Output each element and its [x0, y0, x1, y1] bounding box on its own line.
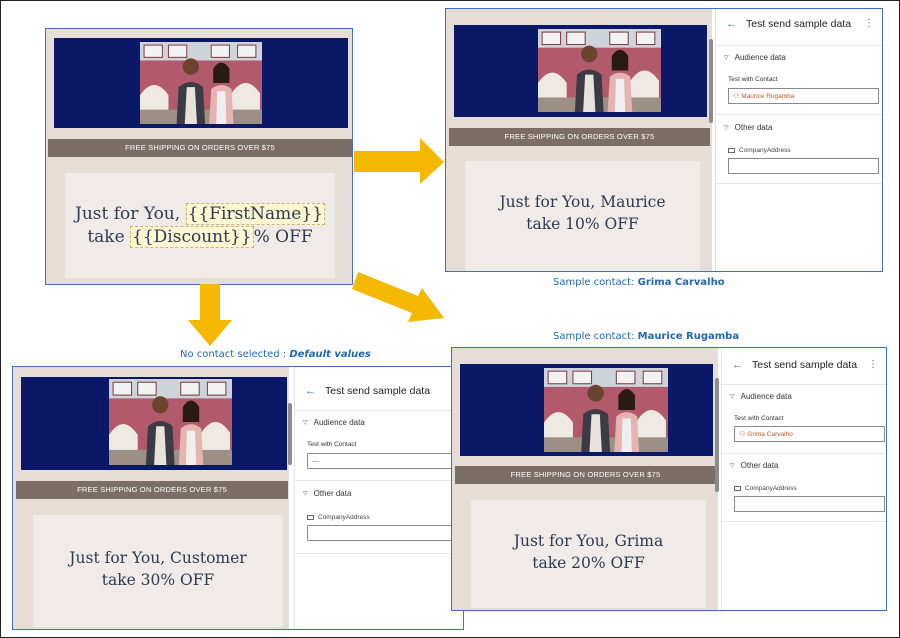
discount-line: take 10% OFF — [526, 215, 639, 233]
shipping-banner: FREE SHIPPING ON ORDERS OVER $75 — [16, 481, 288, 499]
more-vertical-icon[interactable]: ⋮ — [864, 18, 874, 29]
hero-image — [544, 368, 668, 452]
hero-image — [140, 42, 262, 124]
other-data-section[interactable]: ▽ Other data — [730, 461, 778, 470]
chevron-down-icon: ▽ — [303, 491, 308, 497]
caption-grima: Sample contact: Grima Carvalho — [553, 277, 725, 288]
divider — [295, 553, 463, 554]
divider — [722, 521, 886, 522]
email-canvas: FREE SHIPPING ON ORDERS OVER $75 Just fo… — [446, 9, 712, 271]
caption-default: No contact selected : Default values — [180, 349, 371, 360]
discount-line: take 30% OFF — [101, 571, 215, 589]
scrollbar[interactable] — [288, 403, 292, 465]
divider — [295, 410, 463, 411]
chevron-down-icon: ▽ — [303, 420, 308, 426]
caption-maurice: Sample contact: Maurice Rugamba — [553, 331, 740, 342]
sample-data-pane: ← Test send sample data ⋮ ▽ Audience data… — [715, 9, 882, 271]
arrow-left-icon[interactable]: ← — [726, 18, 737, 30]
document-icon — [307, 515, 314, 520]
document-icon — [728, 148, 735, 153]
preview-default: FREE SHIPPING ON ORDERS OVER $75 Just fo… — [12, 366, 464, 630]
greeting-card: Just for You, Grima take 20% OFF — [471, 500, 706, 608]
contact-lookup-field[interactable]: ⚇ Grima Carvalho — [734, 426, 885, 442]
greeting-card: Just for You, {{FirstName}} take {{Disco… — [65, 173, 335, 278]
other-data-section[interactable]: ▽ Other data — [303, 489, 351, 498]
contact-label: Test with Contact — [728, 76, 778, 83]
hero-image — [109, 379, 232, 465]
greeting-card: Just for You, Customer take 30% OFF — [33, 515, 283, 627]
pane-header: ← Test send sample data — [732, 350, 857, 380]
chevron-down-icon: ▽ — [730, 394, 735, 400]
chevron-down-icon: ▽ — [724, 125, 729, 131]
divider — [716, 114, 882, 115]
email-canvas: FREE SHIPPING ON ORDERS OVER $75 Just fo… — [13, 367, 289, 629]
hero-image — [538, 29, 661, 112]
address-label: CompanyAddress — [728, 147, 791, 154]
pane-title: Test send sample data — [325, 385, 431, 397]
audience-section[interactable]: ▽ Audience data — [724, 53, 786, 62]
shipping-banner: FREE SHIPPING ON ORDERS OVER $75 — [48, 139, 352, 157]
greeting-line: Just for You, Maurice — [499, 193, 666, 211]
arrow-left-icon[interactable]: ← — [305, 385, 316, 397]
divider — [722, 453, 886, 454]
divider — [716, 45, 882, 46]
audience-section[interactable]: ▽ Audience data — [730, 392, 792, 401]
chevron-down-icon: ▽ — [724, 55, 729, 61]
email-canvas: FREE SHIPPING ON ORDERS OVER $75 Just fo… — [46, 29, 352, 284]
address-label: CompanyAddress — [307, 514, 370, 521]
more-vertical-icon[interactable]: ⋮ — [868, 359, 878, 370]
divider — [295, 480, 463, 481]
company-address-input[interactable] — [734, 496, 885, 512]
preview-grima: FREE SHIPPING ON ORDERS OVER $75 Just fo… — [451, 347, 887, 611]
pane-title: Test send sample data — [752, 359, 858, 371]
document-icon — [734, 486, 741, 491]
discount-line: take {{Discount}}% OFF — [87, 226, 313, 248]
other-data-section[interactable]: ▽ Other data — [724, 123, 772, 132]
person-icon: ⚇ — [733, 93, 740, 100]
template-editor-preview: FREE SHIPPING ON ORDERS OVER $75 Just fo… — [45, 28, 353, 285]
divider — [722, 384, 886, 385]
sample-data-pane: ← Test send sample data ⋮ ▽ Audience data… — [721, 348, 886, 610]
contact-lookup-field[interactable]: --- — [307, 453, 463, 469]
preview-maurice: FREE SHIPPING ON ORDERS OVER $75 Just fo… — [445, 8, 883, 272]
divider — [716, 183, 882, 184]
arrow-left-icon[interactable]: ← — [732, 359, 743, 371]
pane-header: ← Test send sample data — [305, 376, 430, 406]
contact-label: Test with Contact — [734, 415, 784, 422]
arrow-icon — [352, 272, 444, 322]
company-address-input[interactable] — [728, 158, 879, 174]
scrollbar[interactable] — [715, 378, 719, 492]
company-address-input[interactable] — [307, 525, 463, 541]
greeting-line: Just for You, {{FirstName}} — [75, 203, 325, 225]
arrow-icon — [354, 138, 444, 184]
audience-section[interactable]: ▽ Audience data — [303, 418, 365, 427]
email-canvas: FREE SHIPPING ON ORDERS OVER $75 Just fo… — [452, 348, 718, 610]
greeting-line: Just for You, Customer — [69, 549, 247, 567]
contact-label: Test with Contact — [307, 441, 357, 448]
address-label: CompanyAddress — [734, 485, 797, 492]
discount-token[interactable]: {{Discount}} — [130, 226, 254, 248]
sample-data-pane: ← Test send sample data ▽ Audience data T… — [294, 367, 463, 629]
chevron-down-icon: ▽ — [730, 463, 735, 469]
pane-title: Test send sample data — [746, 18, 852, 30]
firstname-token[interactable]: {{FirstName}} — [185, 203, 325, 225]
arrow-icon — [188, 284, 232, 346]
shipping-banner: FREE SHIPPING ON ORDERS OVER $75 — [449, 128, 710, 146]
person-icon: ⚇ — [739, 431, 746, 438]
greeting-card: Just for You, Maurice take 10% OFF — [465, 161, 700, 271]
contact-lookup-field[interactable]: ⚇ Maurice Rugamba — [728, 88, 879, 104]
scrollbar[interactable] — [709, 39, 713, 123]
pane-header: ← Test send sample data — [726, 9, 851, 39]
shipping-banner: FREE SHIPPING ON ORDERS OVER $75 — [455, 466, 716, 484]
greeting-line: Just for You, Grima — [513, 532, 664, 550]
discount-line: take 20% OFF — [532, 554, 645, 572]
